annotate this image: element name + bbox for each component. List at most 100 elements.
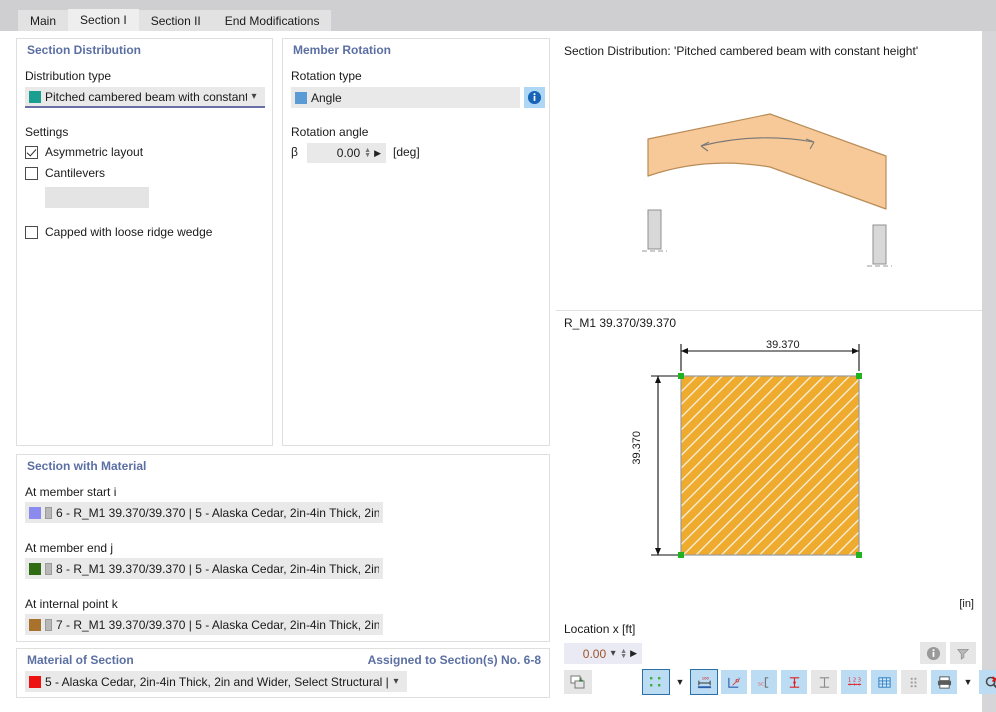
chevron-down-icon: ▼ (675, 677, 685, 687)
location-info-button[interactable] (920, 642, 946, 664)
grid-button[interactable] (871, 670, 897, 694)
spinner-down-icon[interactable]: ▼ (620, 653, 627, 660)
material-of-section-title: Material of Section (25, 653, 136, 667)
asymmetric-layout-label: Asymmetric layout (45, 145, 144, 159)
assigned-to-sections-note: Assigned to Section(s) No. 6-8 (367, 653, 541, 667)
spinner-down-icon[interactable]: ▼ (364, 152, 371, 159)
cantilevers-label: Cantilevers (45, 166, 106, 180)
location-filter-button[interactable] (950, 642, 976, 664)
right-margin (982, 31, 996, 712)
section-start-material-swatch (45, 506, 52, 519)
cantilevers-checkbox-row[interactable]: Cantilevers (25, 166, 105, 180)
chevron-down-icon[interactable]: ▾ (247, 91, 261, 102)
print-button[interactable] (931, 670, 957, 694)
section-start-value: 6 - R_M1 39.370/39.370 | 5 - Alaska Ceda… (56, 505, 379, 520)
section-internal-value: 7 - R_M1 39.370/39.370 | 5 - Alaska Ceda… (56, 617, 379, 632)
export-table-button[interactable] (564, 670, 592, 694)
section-with-material-title: Section with Material (25, 459, 149, 473)
asymmetric-layout-checkbox[interactable] (25, 145, 38, 159)
section-end-value: 8 - R_M1 39.370/39.370 | 5 - Alaska Ceda… (56, 561, 379, 576)
rotation-angle-label: Rotation angle (291, 125, 369, 139)
dimension-line-icon: 100 (697, 676, 711, 688)
asymmetric-layout-checkbox-row[interactable]: Asymmetric layout (25, 145, 143, 159)
svg-text:y: y (738, 676, 741, 680)
info-icon (527, 90, 542, 105)
section-end-combo[interactable]: 8 - R_M1 39.370/39.370 | 5 - Alaska Ceda… (25, 558, 383, 579)
section-start-color-swatch (29, 506, 41, 519)
tab-section-i[interactable]: Section I (68, 9, 139, 32)
svg-text:100: 100 (701, 676, 709, 680)
section-internal-color-swatch (29, 618, 41, 631)
unit-label: [in] (959, 598, 974, 610)
svg-text:sc: sc (757, 681, 763, 687)
distribution-type-label: Distribution type (25, 69, 112, 83)
cantilevers-checkbox[interactable] (25, 166, 38, 180)
rotation-type-value: Angle (311, 90, 342, 105)
distribution-preview-caption: Section Distribution: 'Pitched cambered … (564, 44, 919, 58)
location-x-field[interactable]: 0.00 ▾ ▲ ▼ ▶ (564, 643, 642, 664)
node-points-button[interactable] (642, 669, 670, 695)
settings-label: Settings (25, 125, 69, 139)
section-end-material-swatch (45, 562, 52, 575)
rotation-type-info-button[interactable] (524, 87, 545, 108)
zoom-reset-icon (985, 675, 996, 689)
at-internal-point-label: At internal point k (25, 597, 118, 611)
zoom-reset-button[interactable] (979, 670, 996, 694)
distribution-type-value: Pitched cambered beam with constant... (45, 89, 247, 104)
dimensions-button[interactable] (781, 670, 807, 694)
capped-ridge-wedge-checkbox-row[interactable]: Capped with loose ridge wedge (25, 225, 212, 239)
beta-symbol: β (291, 145, 298, 159)
material-of-section-group: Material of Section Assigned to Section(… (16, 648, 550, 698)
profile-outline-button[interactable] (811, 670, 837, 694)
at-member-start-label: At member start i (25, 485, 117, 499)
view-options-toolbar: ▼ 100 y sc 1 2 3 ▼ (642, 669, 996, 695)
tab-main[interactable]: Main (18, 10, 69, 32)
stress-points-icon (910, 677, 916, 687)
rotation-angle-spinner[interactable]: 0.00 ▲ ▼ ▶ (307, 143, 386, 163)
info-icon (926, 646, 940, 660)
section-start-combo[interactable]: 6 - R_M1 39.370/39.370 | 5 - Alaska Ceda… (25, 502, 383, 523)
shear-center-button[interactable]: sc (751, 670, 777, 694)
capped-ridge-wedge-checkbox[interactable] (25, 225, 38, 239)
filter-icon (957, 649, 970, 660)
distribution-type-swatch (29, 90, 41, 103)
rotation-angle-value: 0.00 (336, 146, 361, 160)
tab-section-ii[interactable]: Section II (138, 10, 213, 32)
tab-list: Main Section I Section II End Modificati… (18, 9, 332, 32)
print-icon (937, 675, 951, 689)
rotation-type-swatch (295, 91, 307, 104)
material-color-swatch (29, 675, 41, 688)
rotation-type-combo[interactable]: Angle (291, 87, 520, 108)
material-combo[interactable]: 5 - Alaska Cedar, 2in-4in Thick, 2in and… (25, 671, 407, 692)
tab-strip: Main Section I Section II End Modificati… (0, 0, 996, 32)
node-points-dropdown[interactable]: ▼ (673, 670, 687, 694)
dimensions-icon (789, 676, 799, 688)
spinner-arrows[interactable]: ▲ ▼ (364, 147, 374, 159)
node-points-icon (650, 677, 661, 687)
distribution-type-combo[interactable]: Pitched cambered beam with constant... ▾ (25, 87, 265, 108)
cross-section-pane: R_M1 39.370/39.370 39.370 39.370 [in] (556, 311, 982, 621)
tab-end-modifications[interactable]: End Modifications (212, 10, 332, 32)
stress-points-button[interactable] (901, 670, 927, 694)
pitched-beam-drawing (642, 113, 892, 267)
section-end-color-swatch (29, 562, 41, 575)
location-spinner-arrows[interactable]: ▲ ▼ (620, 648, 630, 660)
section-internal-combo[interactable]: 7 - R_M1 39.370/39.370 | 5 - Alaska Ceda… (25, 614, 383, 635)
section-with-material-group: Section with Material At member start i … (16, 454, 550, 642)
svg-text:1 2 3: 1 2 3 (847, 677, 860, 683)
chevron-down-icon[interactable]: ▾ (389, 676, 403, 687)
location-play-icon[interactable]: ▶ (630, 648, 639, 659)
numbering-button[interactable]: 1 2 3 (841, 670, 867, 694)
material-value: 5 - Alaska Cedar, 2in-4in Thick, 2in and… (45, 674, 389, 689)
section-properties-dialog: Main Section I Section II End Modificati… (0, 0, 996, 712)
cantilever-length-field (45, 187, 149, 208)
section-distribution-title: Section Distribution (25, 43, 143, 57)
shear-center-icon: sc (757, 676, 768, 688)
spinner-play-icon[interactable]: ▶ (374, 148, 383, 159)
axes-button[interactable]: y (721, 670, 747, 694)
at-member-end-label: At member end j (25, 541, 114, 555)
location-x-value: 0.00 (582, 646, 607, 661)
dimension-line-button[interactable]: 100 (690, 669, 718, 695)
print-dropdown[interactable]: ▼ (961, 670, 975, 694)
chevron-down-icon[interactable]: ▾ (606, 648, 620, 659)
